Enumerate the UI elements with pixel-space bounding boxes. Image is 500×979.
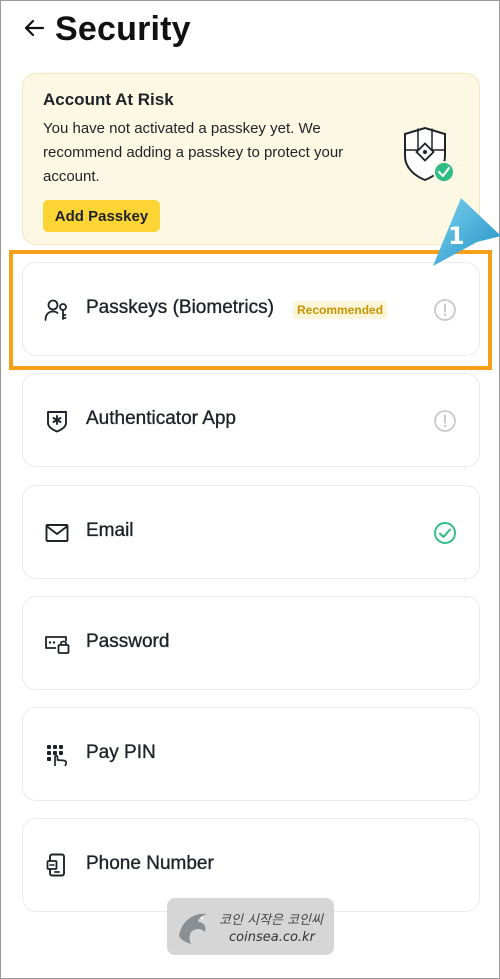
watermark: 코인 시작은 코인씨 coinsea.co.kr bbox=[167, 898, 334, 955]
watermark-url: coinsea.co.kr bbox=[229, 930, 315, 945]
security-item-email[interactable]: Email bbox=[22, 485, 480, 579]
security-item-authenticator-app[interactable]: Authenticator App bbox=[22, 373, 480, 467]
top-bar: Security bbox=[1, 1, 499, 63]
add-passkey-button[interactable]: Add Passkey bbox=[43, 200, 160, 232]
account-at-risk-banner: Account At Risk You have not activated a… bbox=[22, 73, 480, 245]
step-number: 1 bbox=[448, 222, 465, 250]
page-title: Security bbox=[55, 10, 191, 48]
item-label: Email bbox=[86, 520, 134, 541]
item-label: Phone Number bbox=[86, 853, 214, 874]
item-label: Passkeys (Biometrics) bbox=[86, 297, 274, 318]
warning-icon bbox=[433, 298, 457, 322]
watermark-slogan: 코인 시작은 코인씨 bbox=[219, 913, 323, 928]
security-item-password[interactable]: Password bbox=[22, 596, 480, 690]
keypad-icon bbox=[43, 741, 71, 769]
shield-check-icon bbox=[401, 126, 457, 188]
item-label: Password bbox=[86, 631, 170, 652]
dolphin-logo-icon bbox=[179, 913, 207, 944]
warning-icon bbox=[433, 409, 457, 433]
phone-icon bbox=[43, 852, 71, 880]
envelope-icon bbox=[43, 519, 71, 547]
password-lock-icon bbox=[43, 630, 71, 658]
item-label: Pay PIN bbox=[86, 742, 156, 763]
recommended-badge: Recommended bbox=[293, 301, 388, 319]
banner-title: Account At Risk bbox=[43, 90, 174, 109]
authenticator-shield-icon bbox=[43, 407, 71, 435]
check-circle-icon bbox=[433, 521, 457, 545]
item-label: Authenticator App bbox=[86, 408, 236, 429]
back-arrow-icon[interactable] bbox=[19, 13, 49, 43]
user-key-icon bbox=[43, 296, 71, 324]
banner-message: You have not activated a passkey yet. We… bbox=[43, 120, 344, 185]
security-item-passkeys[interactable]: Passkeys (Biometrics) Recommended bbox=[22, 262, 480, 356]
security-item-pay-pin[interactable]: Pay PIN bbox=[22, 707, 480, 801]
